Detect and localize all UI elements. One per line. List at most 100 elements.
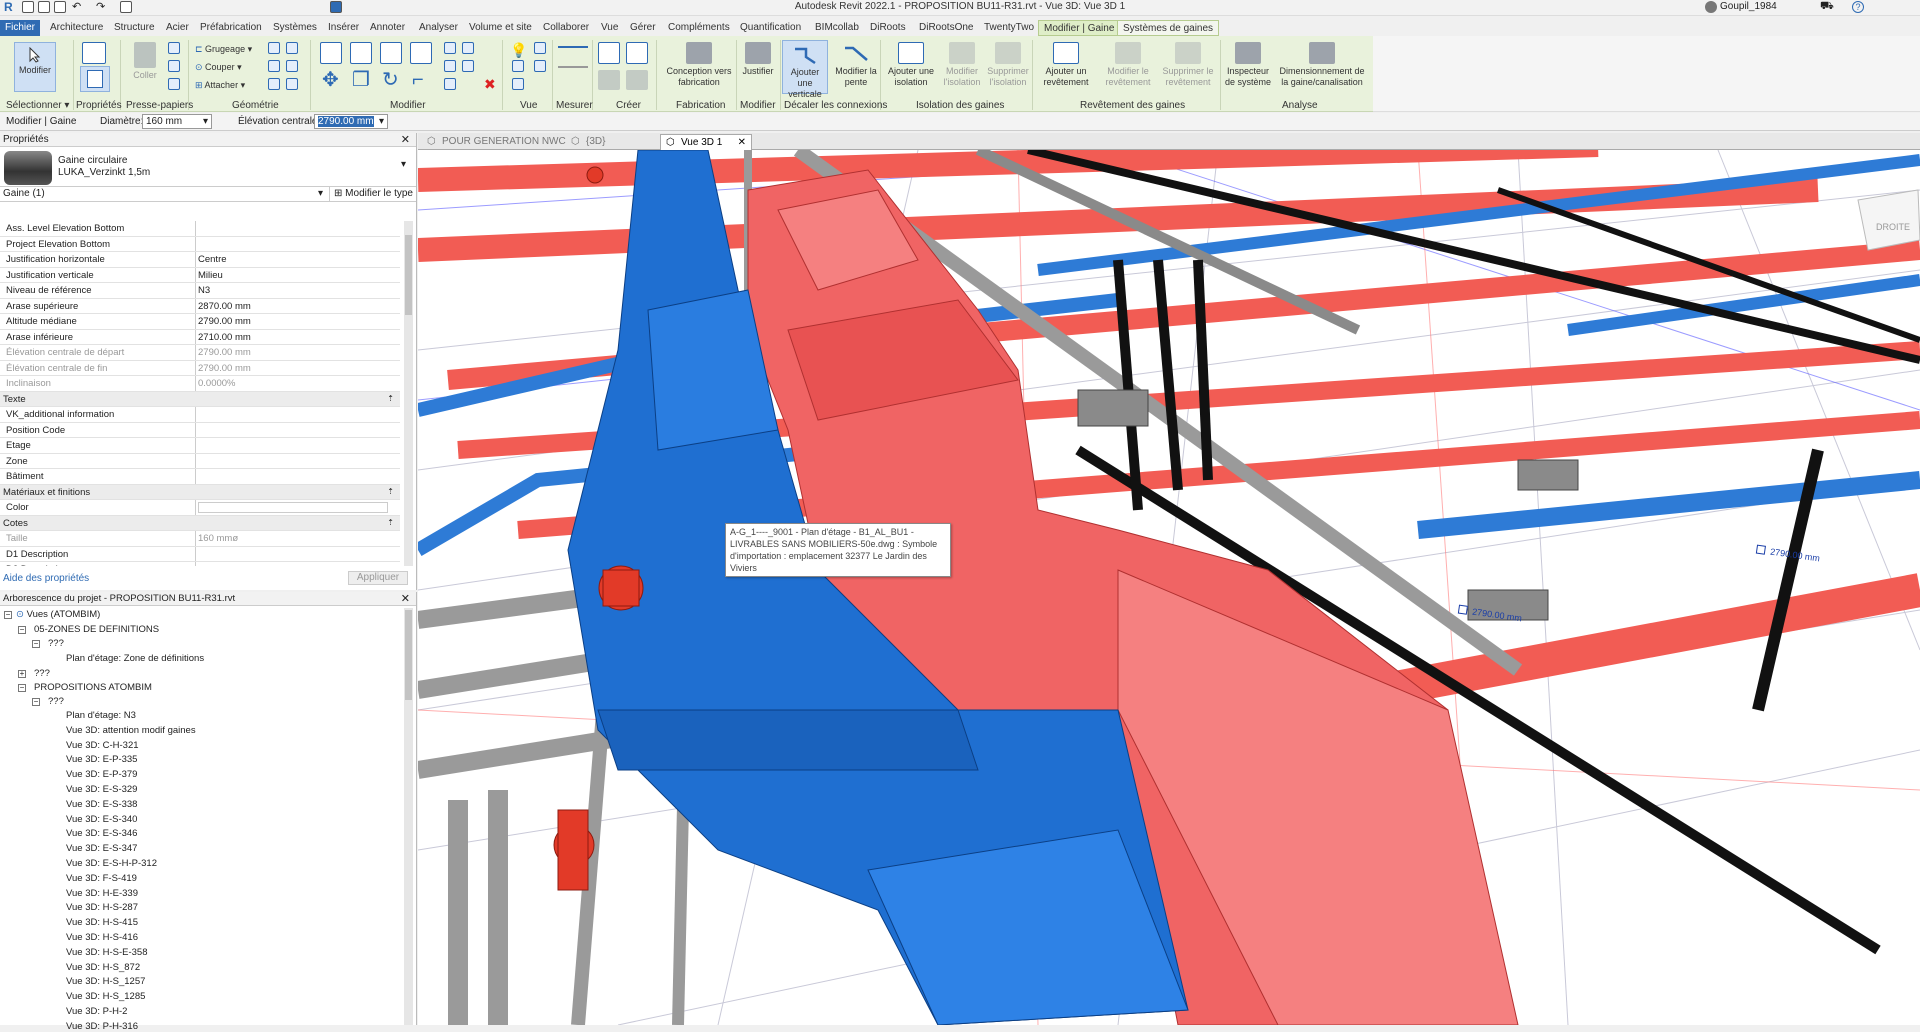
cut-icon[interactable] xyxy=(168,42,180,54)
property-row[interactable]: Bâtiment xyxy=(0,469,400,485)
tree-view-item[interactable]: Vue 3D: E-S-338 xyxy=(66,799,137,810)
scroll-thumb[interactable] xyxy=(405,610,412,700)
property-value[interactable]: N3 xyxy=(198,285,210,296)
property-value[interactable]: 2710.00 mm xyxy=(198,332,251,343)
copy-element-icon[interactable]: ❐ xyxy=(352,70,370,90)
tree-view-item[interactable]: Vue 3D: attention modif gaines xyxy=(66,725,196,736)
collapse-icon[interactable]: ⇡ xyxy=(387,394,394,403)
tree-view-item[interactable]: Vue 3D: P-H-316 xyxy=(66,1021,138,1032)
linework-icon[interactable] xyxy=(512,60,524,72)
tab-prefabrication[interactable]: Préfabrication xyxy=(200,20,262,36)
property-row[interactable]: Justification horizontale Centre xyxy=(0,252,400,268)
geometry-tool-4-icon[interactable] xyxy=(286,60,298,72)
property-value[interactable]: 2790.00 mm xyxy=(198,316,251,327)
collapse-icon[interactable]: − xyxy=(32,640,40,648)
geometry-tool-3-icon[interactable] xyxy=(268,60,280,72)
tree-node-zones[interactable]: 05-ZONES DE DEFINITIONS xyxy=(34,624,159,635)
tree-view-item[interactable]: Plan d'étage: N3 xyxy=(66,710,136,721)
collapse-icon[interactable]: ⇡ xyxy=(387,487,394,496)
align-icon[interactable] xyxy=(320,42,342,64)
property-row[interactable]: Position Code xyxy=(0,422,400,438)
property-value[interactable]: 160 mmø xyxy=(198,533,238,544)
panel-select-label[interactable]: Sélectionner ▾ xyxy=(6,100,69,111)
tree-node-unknown[interactable]: ??? xyxy=(34,668,50,679)
tree-view-item[interactable]: Vue 3D: F-S-419 xyxy=(66,873,137,884)
cut-geometry-button[interactable]: ⊙ Couper ▾ xyxy=(195,60,242,74)
tab-vue[interactable]: Vue xyxy=(601,20,618,36)
dimension-icon[interactable] xyxy=(558,66,588,68)
tree-view-item[interactable]: Vue 3D: E-S-329 xyxy=(66,784,137,795)
tree-view-item[interactable]: Vue 3D: H-S-416 xyxy=(66,932,138,943)
geometry-tool-5-icon[interactable] xyxy=(268,78,280,90)
array-icon[interactable] xyxy=(444,60,456,72)
hide-bulb-icon[interactable]: 💡 xyxy=(510,42,527,59)
property-group-header[interactable]: Texte ⇡ xyxy=(0,391,400,407)
create-assembly-icon[interactable] xyxy=(598,42,620,64)
duct-sizing-button[interactable]: Dimensionnement de la gaine/canalisation xyxy=(1276,42,1368,88)
tree-view-item[interactable]: Vue 3D: E-S-347 xyxy=(66,843,137,854)
tree-view-item[interactable]: Vue 3D: E-S-346 xyxy=(66,828,137,839)
tree-node-propositions[interactable]: PROPOSITIONS ATOMBIM xyxy=(34,682,152,693)
remove-lining-button[interactable]: Supprimer le revêtement xyxy=(1158,42,1218,88)
trim-icon[interactable]: ⌐ xyxy=(412,70,424,90)
geometry-tool-6-icon[interactable] xyxy=(286,78,298,90)
join-button[interactable]: ⊞ Attacher ▾ xyxy=(195,78,245,92)
tree-view-zone-definitions[interactable]: Plan d'étage: Zone de définitions xyxy=(66,653,204,664)
expand-icon[interactable]: + xyxy=(18,670,26,678)
modify-lining-button[interactable]: Modifier le revêtement xyxy=(1098,42,1158,88)
system-inspector-button[interactable]: Inspecteur de système xyxy=(1222,42,1274,88)
property-row[interactable]: Color xyxy=(0,500,400,516)
property-group-header[interactable]: Matériaux et finitions ⇡ xyxy=(0,484,400,500)
tree-view-item[interactable]: Vue 3D: H-S-415 xyxy=(66,917,138,928)
property-row[interactable]: Project Elevation Bottom xyxy=(0,236,400,252)
properties-scrollbar[interactable] xyxy=(404,221,413,566)
property-row[interactable]: Justification verticale Milieu xyxy=(0,267,400,283)
tab-twentytwo[interactable]: TwentyTwo xyxy=(984,20,1034,36)
tab-structure[interactable]: Structure xyxy=(114,20,155,36)
tab-architecture[interactable]: Architecture xyxy=(50,20,103,36)
create-similar-icon[interactable] xyxy=(626,70,648,90)
tab-annoter[interactable]: Annoter xyxy=(370,20,405,36)
type-properties-button[interactable] xyxy=(80,66,110,92)
property-row[interactable]: Zone xyxy=(0,453,400,469)
property-row[interactable]: Inclinaison 0.0000% xyxy=(0,376,400,392)
tab-modifier-gaine[interactable]: Modifier | Gaine xyxy=(1038,20,1121,36)
tab-pour-generation-nwc[interactable]: ⬡ POUR GENERATION NWC xyxy=(422,134,566,150)
copy-icon[interactable] xyxy=(168,60,180,72)
selection-box-icon[interactable] xyxy=(512,78,524,90)
tree-view-item[interactable]: Vue 3D: E-S-340 xyxy=(66,814,137,825)
rotate-icon[interactable]: ↻ xyxy=(382,70,399,90)
split-icon[interactable] xyxy=(444,42,456,54)
measure-icon[interactable] xyxy=(558,46,588,48)
tab-collaborer[interactable]: Collaborer xyxy=(543,20,589,36)
user-name[interactable]: Goupil_1984 xyxy=(1720,1,1777,12)
property-value[interactable]: Milieu xyxy=(198,270,223,281)
properties-help-link[interactable]: Aide des propriétés xyxy=(3,573,89,584)
property-value[interactable]: 2870.00 mm xyxy=(198,301,251,312)
tree-view-item[interactable]: Vue 3D: H-E-339 xyxy=(66,888,138,899)
grip-icon[interactable] xyxy=(1457,604,1468,615)
property-group-header[interactable]: Cotes ⇡ xyxy=(0,515,400,531)
pin-icon[interactable] xyxy=(444,78,456,90)
tab-bimcollab[interactable]: BIMcollab xyxy=(815,20,859,36)
tab-analyser[interactable]: Analyser xyxy=(419,20,458,36)
close-icon[interactable]: ✕ xyxy=(401,133,410,147)
property-row[interactable]: VK_additional information xyxy=(0,407,400,423)
property-row[interactable]: Élévation centrale de départ 2790.00 mm xyxy=(0,345,400,361)
scale-icon[interactable] xyxy=(462,60,474,72)
property-value[interactable]: 0.0000% xyxy=(198,378,236,389)
property-row[interactable]: Arase supérieure 2870.00 mm xyxy=(0,298,400,314)
user-icon[interactable] xyxy=(1705,1,1717,13)
tab-complements[interactable]: Compléments xyxy=(668,20,730,36)
modify-button[interactable]: Modifier xyxy=(14,42,56,92)
tab-systemes-gaines[interactable]: Systèmes de gaines xyxy=(1117,20,1220,36)
tab-fichier[interactable]: Fichier xyxy=(0,20,41,36)
elevation-input[interactable]: 2790.00 mm ▾ xyxy=(314,114,388,129)
property-row[interactable]: Taille 160 mmø xyxy=(0,531,400,547)
tree-view-item[interactable]: Vue 3D: H-S-E-358 xyxy=(66,947,148,958)
design-to-fabrication-button[interactable]: Conception vers fabrication xyxy=(662,42,736,88)
add-vertical-button[interactable]: Ajouter une verticale xyxy=(782,40,828,99)
tree-view-item[interactable]: Vue 3D: H-S_872 xyxy=(66,962,140,973)
grip-icon[interactable] xyxy=(1755,544,1766,555)
offset-icon[interactable] xyxy=(350,42,372,64)
